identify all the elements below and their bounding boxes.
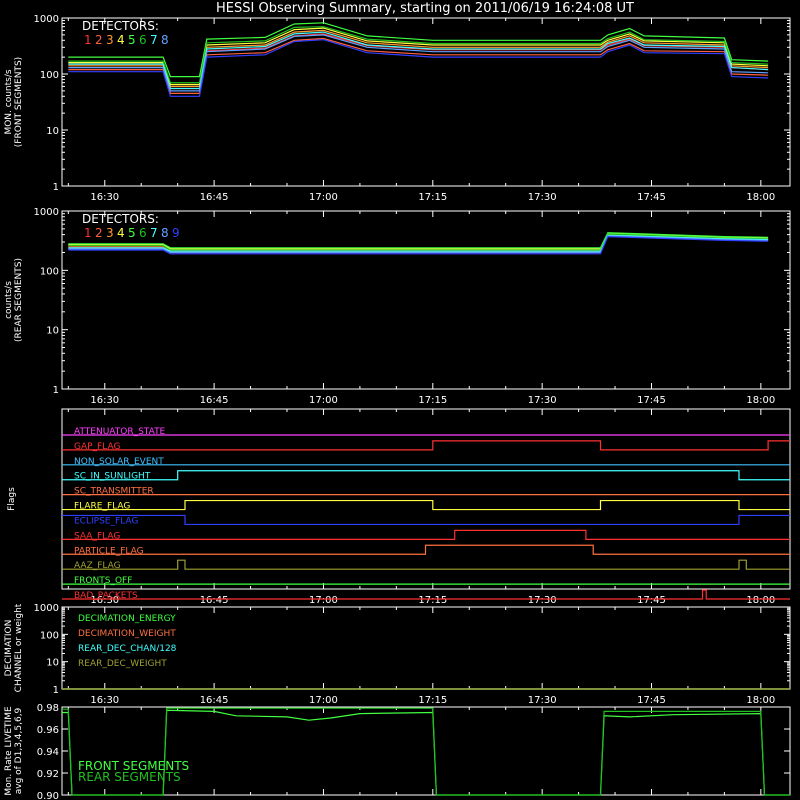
- x-tick-label: 17:15: [418, 395, 447, 406]
- x-tick-label: 16:45: [200, 595, 229, 606]
- y-axis-label: CHANNEL or weight: [14, 603, 24, 692]
- y-axis-label: (REAR SEGMENTS): [14, 258, 24, 342]
- flag-label: ECLIPSE_FLAG: [74, 516, 138, 526]
- y-tick-label: 10: [46, 658, 59, 669]
- legend-entry: 3: [106, 33, 114, 47]
- x-tick-label: 17:15: [418, 695, 447, 706]
- legend-entry: 8: [161, 226, 169, 240]
- x-tick-label: 17:15: [418, 595, 447, 606]
- flag-label: BAD_PACKETS: [74, 591, 138, 601]
- legend-entry: REAR_DEC_WEIGHT: [78, 659, 167, 669]
- y-axis-label: counts/s: [4, 281, 14, 319]
- figure-title: HESSI Observing Summary, starting on 201…: [216, 1, 634, 16]
- legend-entry: 4: [117, 33, 125, 47]
- x-tick-label: 17:30: [528, 695, 557, 706]
- y-axis-label: Mon. Rate LIVETIME: [4, 706, 14, 796]
- legend-entry: 7: [150, 33, 158, 47]
- y-tick-label: 1: [53, 685, 59, 696]
- x-tick-label: 16:30: [90, 695, 119, 706]
- x-tick-label: 17:45: [637, 595, 666, 606]
- legend-entry: 8: [161, 33, 169, 47]
- x-tick-label: 18:00: [746, 395, 775, 406]
- flag-label: PARTICLE_FLAG: [74, 546, 144, 556]
- x-tick-label: 17:45: [637, 192, 666, 203]
- y-tick-label: 0.92: [37, 769, 59, 780]
- y-axis-label: avg of D1,3,4,5,6,9: [14, 707, 24, 794]
- legend-title: DETECTORS:: [82, 212, 159, 226]
- x-tick-label: 18:00: [746, 695, 775, 706]
- y-axis-label: Flags: [7, 487, 17, 511]
- legend-entry: 2: [95, 226, 103, 240]
- flag-label: AAZ_FLAG: [74, 561, 121, 571]
- y-tick-label: 1000: [34, 14, 59, 25]
- y-tick-label: 0.96: [37, 725, 59, 736]
- x-tick-label: 17:30: [528, 395, 557, 406]
- x-tick-label: 17:30: [528, 595, 557, 606]
- y-tick-label: 0.94: [37, 747, 59, 758]
- y-axis-label: MON. counts/s: [4, 69, 14, 134]
- y-tick-label: 100: [40, 630, 59, 641]
- y-tick-label: 100: [40, 266, 59, 277]
- legend-entry: REAR SEGMENTS: [78, 770, 181, 784]
- flag-label: SAA_FLAG: [74, 531, 120, 541]
- x-tick-label: 17:45: [637, 695, 666, 706]
- flag-label: FRONTS_OFF: [74, 576, 132, 586]
- figure-background: [0, 0, 800, 800]
- x-tick-label: 17:00: [309, 595, 338, 606]
- x-tick-label: 17:45: [637, 395, 666, 406]
- x-tick-label: 18:00: [746, 595, 775, 606]
- y-tick-label: 0.98: [37, 703, 59, 714]
- legend-entry: 3: [106, 226, 114, 240]
- y-axis-label: DECIMATION: [4, 620, 14, 677]
- flag-label: SC_TRANSMITTER: [74, 487, 154, 497]
- flag-label: GAP_FLAG: [74, 442, 120, 452]
- legend-entry: 7: [150, 226, 158, 240]
- x-tick-label: 16:30: [90, 192, 119, 203]
- legend-entry: 6: [139, 226, 147, 240]
- x-tick-label: 17:00: [309, 192, 338, 203]
- y-axis-label: (FRONT SEGMENTS): [14, 57, 24, 147]
- legend-entry: 4: [117, 226, 125, 240]
- legend-entry: DECIMATION_ENERGY: [78, 614, 176, 624]
- x-tick-label: 17:30: [528, 192, 557, 203]
- x-tick-label: 17:00: [309, 395, 338, 406]
- flag-label: SC_IN_SUNLIGHT: [74, 472, 151, 482]
- y-tick-label: 0.90: [37, 791, 59, 800]
- x-tick-label: 16:45: [200, 695, 229, 706]
- y-tick-label: 10: [46, 126, 59, 137]
- legend-entry: DECIMATION_WEIGHT: [78, 629, 176, 639]
- x-tick-label: 16:45: [200, 192, 229, 203]
- flag-label: NON_SOLAR_EVENT: [74, 457, 164, 467]
- x-tick-label: 16:30: [90, 395, 119, 406]
- y-tick-label: 1: [53, 385, 59, 396]
- legend-entry: 1: [84, 33, 92, 47]
- y-tick-label: 10: [46, 326, 59, 337]
- flag-label: FLARE_FLAG: [74, 502, 130, 512]
- legend-entry: 1: [84, 226, 92, 240]
- x-tick-label: 16:45: [200, 395, 229, 406]
- hessi-summary-figure: HESSI Observing Summary, starting on 201…: [0, 0, 800, 800]
- y-tick-label: 1: [53, 182, 59, 193]
- x-tick-label: 18:00: [746, 192, 775, 203]
- legend-entry: 5: [128, 33, 136, 47]
- y-tick-label: 1000: [34, 603, 59, 614]
- legend-entry: 9: [172, 226, 180, 240]
- x-tick-label: 17:15: [418, 192, 447, 203]
- legend-entry: 6: [139, 33, 147, 47]
- x-tick-label: 17:00: [309, 695, 338, 706]
- legend-title: DETECTORS:: [82, 19, 159, 33]
- legend-entry: REAR_DEC_CHAN/128: [78, 644, 177, 654]
- legend-entry: 5: [128, 226, 136, 240]
- y-tick-label: 100: [40, 70, 59, 81]
- flag-label: ATTENUATOR_STATE: [74, 427, 166, 437]
- y-tick-label: 1000: [34, 207, 59, 218]
- legend-entry: 2: [95, 33, 103, 47]
